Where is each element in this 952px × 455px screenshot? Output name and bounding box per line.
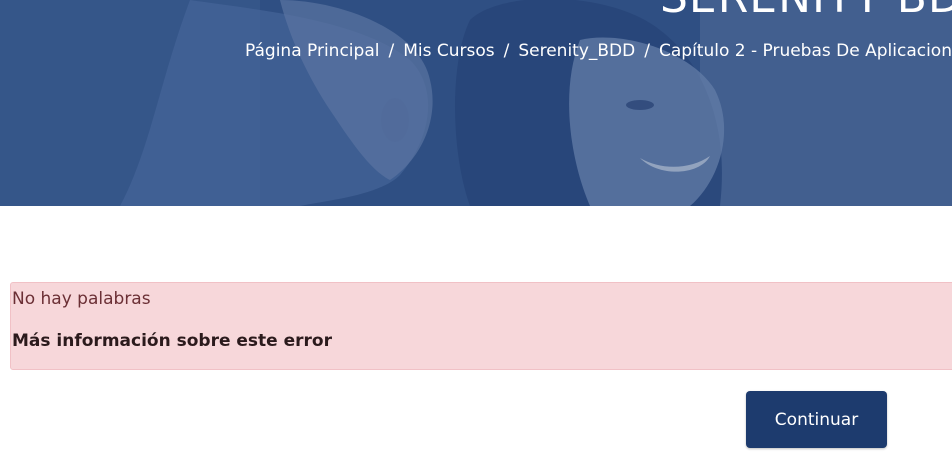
- breadcrumb-course[interactable]: Serenity_BDD: [518, 41, 635, 61]
- error-alert: No hay palabras Más información sobre es…: [10, 282, 952, 370]
- header-banner: SERENITY BDD Página Principal / Mis Cursos…: [0, 0, 952, 206]
- course-title: SERENITY BDD: [660, 0, 952, 23]
- breadcrumb-separator: /: [388, 41, 395, 61]
- more-info-link[interactable]: Más información sobre este error: [12, 331, 332, 351]
- breadcrumb: Página Principal / Mis Cursos / Serenity_BDD…: [245, 41, 952, 61]
- continue-button[interactable]: Continuar: [746, 391, 887, 448]
- breadcrumb-home[interactable]: Página Principal: [245, 41, 379, 61]
- banner-overlay: [0, 0, 952, 206]
- error-message: No hay palabras: [12, 289, 151, 309]
- breadcrumb-my-courses[interactable]: Mis Cursos: [403, 41, 494, 61]
- breadcrumb-separator: /: [503, 41, 510, 61]
- breadcrumb-separator: /: [644, 41, 650, 61]
- breadcrumb-chapter[interactable]: Capítulo 2 - Pruebas De Aplicaciones: [659, 41, 952, 61]
